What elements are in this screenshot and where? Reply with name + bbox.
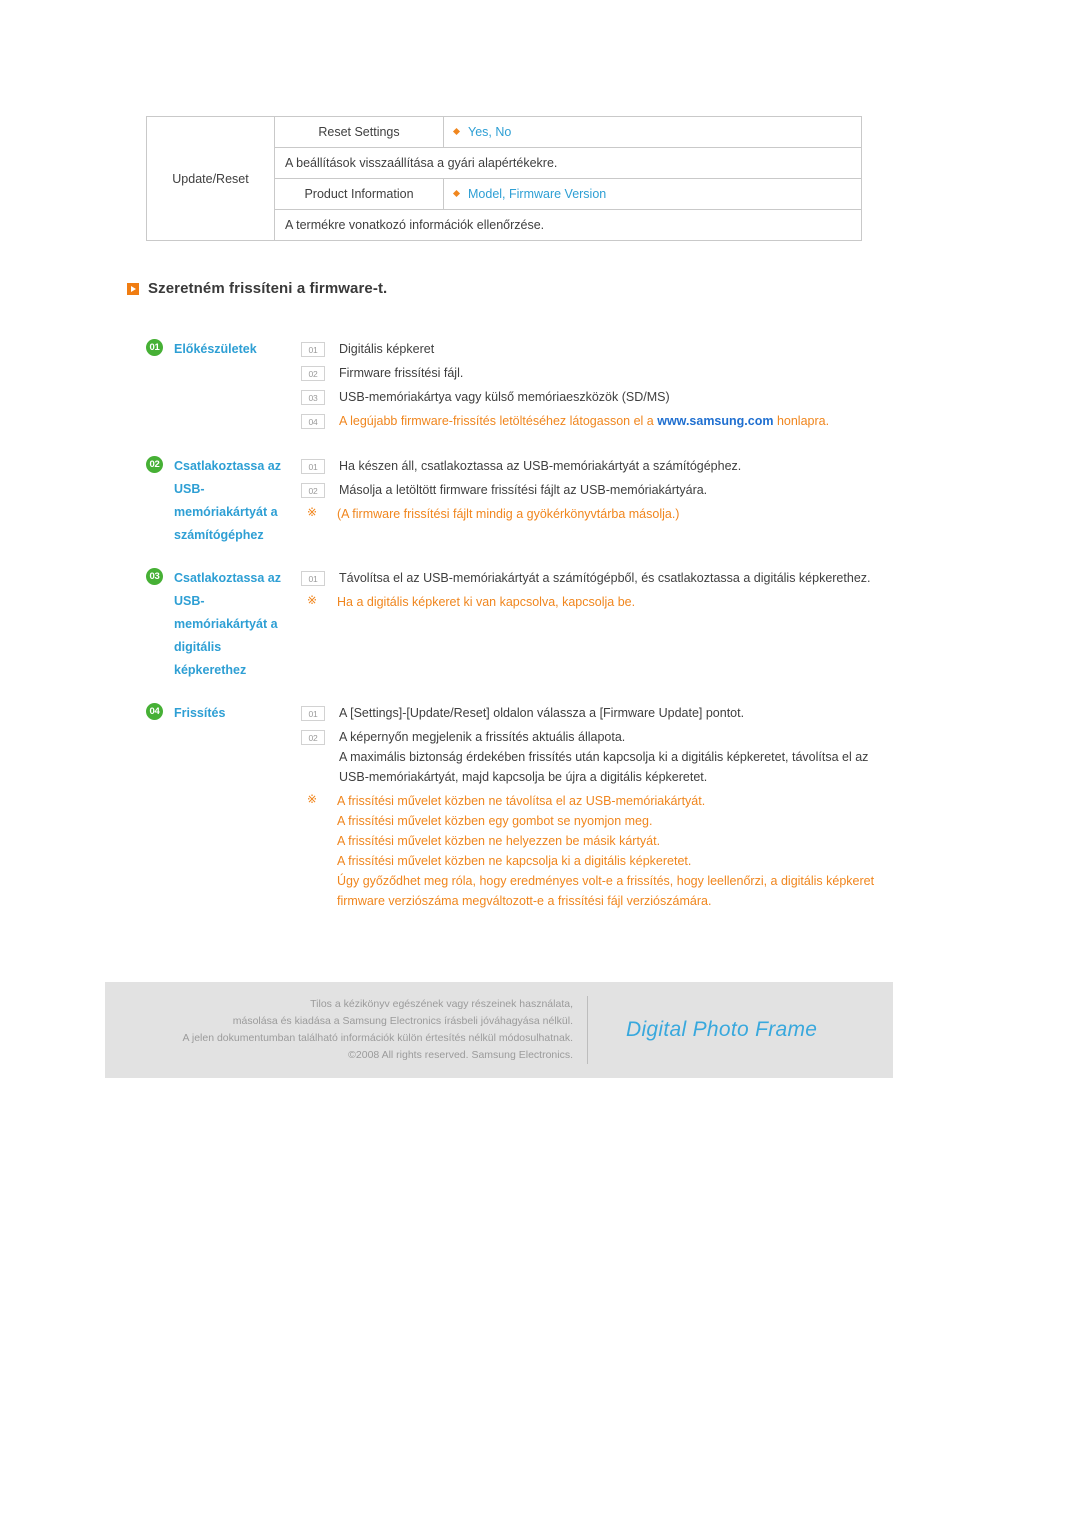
step-block: 01 Előkészületek 01 Digitális képkeret 02 Fir… — [146, 338, 886, 435]
step-block: 03 Csatlakoztassa az USB-memóriakártyát a… — [146, 567, 886, 682]
step-label: Csatlakoztassa az USB-memóriakártyát a d… — [174, 571, 282, 677]
step-item-number: 02 — [301, 730, 325, 745]
reference-mark-icon: ※ — [306, 593, 318, 607]
step-row-text: Firmware frissítési fájl. — [339, 366, 464, 380]
step-item-number: 02 — [301, 483, 325, 498]
table-cell-description: A beállítások visszaállítása a gyári ala… — [274, 147, 862, 179]
step-row-text-pre: A legújabb firmware-frissítés letöltéséh… — [339, 414, 658, 428]
step-row-text: A frissítési művelet közben ne távolítsa… — [337, 794, 875, 908]
step-row-text: A [Settings]-[Update/Reset] oldalon vála… — [339, 706, 745, 720]
footer-copyright-line: A jelen dokumentumban található informác… — [182, 1032, 573, 1044]
page-footer: Tilos a kézikönyv egészének vagy részein… — [105, 982, 893, 1078]
step-item-number: 02 — [301, 366, 325, 381]
step-item-number: 01 — [301, 706, 325, 721]
step-row: ※ Ha a digitális képkeret ki van kapcsolv… — [301, 592, 886, 612]
step-row-text: A legújabb firmware-frissítés letöltéséh… — [339, 411, 829, 431]
table-cell-category: Update/Reset — [146, 116, 275, 241]
table-cell-description: A termékre vonatkozó információk ellenőr… — [274, 209, 862, 241]
step-row-text: Távolítsa el az USB-memóriakártyát a szá… — [339, 571, 871, 585]
step-number-badge: 04 — [146, 703, 163, 720]
samsung-website-link[interactable]: www.samsung.com — [657, 414, 773, 428]
footer-copyright-line: másolása és kiadása a Samsung Electronic… — [232, 1015, 573, 1027]
section-heading: Szeretném frissíteni a firmware-t. — [127, 280, 387, 297]
step-item-number: 01 — [301, 342, 325, 357]
step-item-number: 01 — [301, 571, 325, 586]
diamond-bullet-icon — [452, 189, 461, 198]
document-page: Update/Reset Reset Settings Yes, No A be… — [0, 0, 1080, 1527]
step-body: 01 Ha készen áll, csatlakoztassa az USB-m… — [301, 455, 886, 528]
step-row: 01 A [Settings]-[Update/Reset] oldalon vá… — [301, 703, 886, 723]
step-row: 01 Digitális képkeret — [301, 339, 886, 359]
step-block: 04 Frissítés 01 A [Settings]-[Update/Reset]… — [146, 702, 886, 915]
table-cell-value-text: Model, Firmware Version — [468, 187, 607, 201]
step-label: Frissítés — [174, 706, 226, 720]
footer-copyright: Tilos a kézikönyv egészének vagy részein… — [105, 996, 588, 1064]
footer-brand-logo: Digital Photo Frame — [626, 1018, 818, 1041]
step-item-number: 01 — [301, 459, 325, 474]
orange-arrow-marker-icon — [127, 282, 139, 295]
step-block: 02 Csatlakoztassa az USB-memóriakártyát a… — [146, 455, 886, 547]
step-number-badge: 02 — [146, 456, 163, 473]
step-label: Csatlakoztassa az USB-memóriakártyát a s… — [174, 459, 282, 542]
table-cell-item: Reset Settings — [274, 116, 444, 148]
step-row: 01 Ha készen áll, csatlakoztassa az USB-m… — [301, 456, 886, 476]
step-row: ※ (A firmware frissítési fájlt mindig a g… — [301, 504, 886, 524]
step-row: 04 A legújabb firmware-frissítés letöltés… — [301, 411, 886, 431]
step-row-text: Digitális képkeret — [339, 342, 435, 356]
step-row: 02 Firmware frissítési fájl. — [301, 363, 886, 383]
step-row-text: Másolja a letöltött firmware frissítési … — [339, 483, 708, 497]
settings-table: Update/Reset Reset Settings Yes, No A be… — [146, 116, 862, 241]
step-row-text: Ha a digitális képkeret ki van kapcsolva… — [337, 595, 636, 609]
step-item-number: 03 — [301, 390, 325, 405]
footer-copyright-line: Tilos a kézikönyv egészének vagy részein… — [310, 998, 573, 1010]
step-row: 02 Másolja a letöltött firmware frissítés… — [301, 480, 886, 500]
step-row-text: (A firmware frissítési fájlt mindig a gy… — [337, 507, 680, 521]
step-row: 03 USB-memóriakártya vagy külső memóriaes… — [301, 387, 886, 407]
table-cell-value: Yes, No — [443, 116, 862, 148]
step-row: 01 Távolítsa el az USB-memóriakártyát a s… — [301, 568, 886, 588]
table-row: Update/Reset Reset Settings Yes, No — [146, 116, 862, 241]
diamond-bullet-icon — [452, 127, 461, 136]
step-body: 01 Távolítsa el az USB-memóriakártyát a s… — [301, 567, 886, 616]
step-body: 01 A [Settings]-[Update/Reset] oldalon vá… — [301, 702, 886, 915]
table-cell-item: Product Information — [274, 178, 444, 210]
step-number-badge: 01 — [146, 339, 163, 356]
footer-copyright-line: ©2008 All rights reserved. Samsung Elect… — [348, 1049, 573, 1061]
step-row-text: A képernyőn megjelenik a frissítés aktuá… — [339, 730, 869, 784]
section-heading-text: Szeretném frissíteni a firmware-t. — [148, 280, 388, 297]
step-row-text: USB-memóriakártya vagy külső memóriaeszk… — [339, 390, 670, 404]
step-body: 01 Digitális képkeret 02 Firmware frissítés… — [301, 338, 886, 435]
reference-mark-icon: ※ — [306, 505, 318, 519]
step-number-badge: 03 — [146, 568, 163, 585]
table-cell-value-text: Yes, No — [468, 125, 512, 139]
reference-mark-icon: ※ — [306, 792, 318, 806]
step-row-text-post: honlapra. — [773, 414, 830, 428]
step-row: 02 A képernyőn megjelenik a frissítés akt… — [301, 727, 886, 787]
step-row: ※ A frissítési művelet közben ne távolíts… — [301, 791, 886, 911]
table-cell-value: Model, Firmware Version — [443, 178, 862, 210]
steps-list: 01 Előkészületek 01 Digitális képkeret 02 Fir… — [146, 338, 886, 935]
step-label: Előkészületek — [174, 342, 257, 356]
step-row-text: Ha készen áll, csatlakoztassa az USB-mem… — [339, 459, 742, 473]
step-item-number: 04 — [301, 414, 325, 429]
